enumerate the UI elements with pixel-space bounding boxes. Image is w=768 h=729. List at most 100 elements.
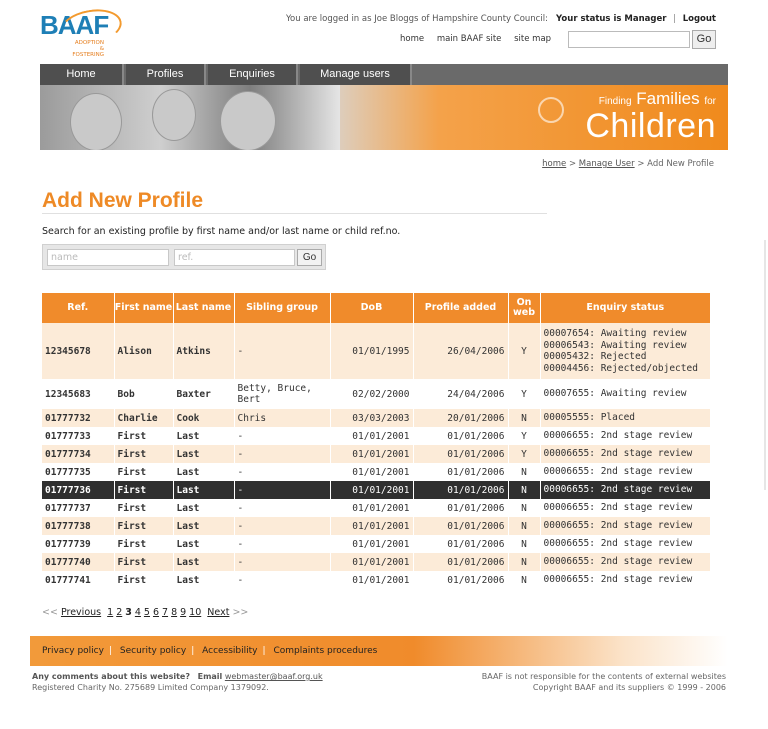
enquiry-status-line[interactable]: 00006655: 2nd stage review <box>544 538 708 550</box>
enquiry-status-line[interactable]: 00005555: Placed <box>544 412 708 424</box>
site-search-input[interactable] <box>568 31 690 48</box>
page-link-2[interactable]: 2 <box>116 607 122 618</box>
enquiry-status-line[interactable]: 00006655: 2nd stage review <box>544 574 708 586</box>
breadcrumb-home[interactable]: home <box>542 159 566 169</box>
table-row[interactable]: 01777738 First Last -01/01/2001 01/01/2006 N 0… <box>42 517 711 535</box>
cell-first-name: First <box>114 535 174 553</box>
webmaster-email-link[interactable]: webmaster@baaf.org.uk <box>225 672 323 681</box>
profile-search-go-button[interactable]: Go <box>297 249 322 266</box>
page-link-9[interactable]: 9 <box>180 607 186 618</box>
site-map-link[interactable]: site map <box>514 34 551 44</box>
table-row[interactable]: 01777736 First Last -01/01/2001 01/01/2006 N 0… <box>42 481 711 499</box>
breadcrumb-sep: > <box>566 159 579 169</box>
cell-on-web: N <box>508 535 541 553</box>
cell-sibling-group: - <box>234 463 331 481</box>
site-search-go-button[interactable]: Go <box>692 30 716 49</box>
cell-ref: 12345678 <box>42 323 115 379</box>
next-link[interactable]: Next <box>207 607 229 618</box>
page-link-1[interactable]: 1 <box>107 607 113 618</box>
cell-profile-added: 01/01/2006 <box>413 571 509 589</box>
security-policy-link[interactable]: Security policy <box>120 646 186 656</box>
page-link-5[interactable]: 5 <box>144 607 150 618</box>
cell-profile-added: 26/04/2006 <box>413 323 509 379</box>
table-row[interactable]: 12345683 Bob Baxter Betty, Bruce, Bert 02/02… <box>42 379 711 409</box>
col-profile-added[interactable]: Profile added <box>413 293 509 323</box>
col-first-name[interactable]: First name <box>114 293 174 323</box>
enquiry-status-line[interactable]: 00006655: 2nd stage review <box>544 466 708 478</box>
name-search-input[interactable] <box>47 249 169 266</box>
enquiry-status-line[interactable]: 00007655: Awaiting review <box>544 388 708 400</box>
main-baaf-site-link[interactable]: main BAAF site <box>437 34 502 44</box>
table-row[interactable]: 01777735 First Last -01/01/2001 01/01/2006 N 0… <box>42 463 711 481</box>
col-on-web[interactable]: On web <box>508 293 541 323</box>
enquiry-status-line[interactable]: 00006655: 2nd stage review <box>544 484 708 496</box>
cell-sibling-group: - <box>234 499 331 517</box>
page-link-8[interactable]: 8 <box>171 607 177 618</box>
logout-link[interactable]: Logout <box>683 14 716 24</box>
complaints-link[interactable]: Complaints procedures <box>273 646 377 656</box>
tab-profiles[interactable]: Profiles <box>126 64 206 85</box>
table-row[interactable]: 12345678 Alison Atkins -01/01/1995 26/04/200… <box>42 323 711 379</box>
tab-home[interactable]: Home <box>40 64 124 85</box>
cell-ref: 12345683 <box>42 379 115 409</box>
registered-charity: Registered Charity No. 275689 Limited Co… <box>32 683 269 692</box>
tab-enquiries[interactable]: Enquiries <box>208 64 298 85</box>
page-numbers: 1 2 3 4 5 6 7 8 9 10 <box>107 607 204 618</box>
page-title: Add New Profile <box>42 189 204 212</box>
enquiry-status-line[interactable]: 00006655: 2nd stage review <box>544 448 708 460</box>
previous-link[interactable]: Previous <box>61 607 101 618</box>
home-link[interactable]: home <box>400 34 424 44</box>
enquiry-status-line[interactable]: 00006655: 2nd stage review <box>544 502 708 514</box>
cell-on-web: Y <box>508 427 541 445</box>
cell-on-web: N <box>508 499 541 517</box>
enquiry-status-line[interactable]: 00006655: 2nd stage review <box>544 556 708 568</box>
table-row[interactable]: 01777737 First Last -01/01/2001 01/01/2006 N 0… <box>42 499 711 517</box>
footer-left: Any comments about this website? Email w… <box>32 671 323 693</box>
cell-last-name: Last <box>173 445 235 463</box>
page-link-7[interactable]: 7 <box>162 607 168 618</box>
cell-sibling-group: - <box>234 553 331 571</box>
cell-first-name: First <box>114 481 174 499</box>
enquiry-status-line[interactable]: 00005432: Rejected <box>544 351 708 363</box>
title-divider <box>42 213 547 214</box>
breadcrumb-manage-user[interactable]: Manage User <box>579 159 635 169</box>
privacy-policy-link[interactable]: Privacy policy <box>42 646 104 656</box>
table-row[interactable]: 01777739 First Last -01/01/2001 01/01/2006 N 0… <box>42 535 711 553</box>
cell-last-name: Last <box>173 481 235 499</box>
cell-dob: 01/01/2001 <box>330 499 414 517</box>
table-row[interactable]: 01777732 Charlie Cook Chris 03/03/2003 20/01/… <box>42 409 711 427</box>
col-dob[interactable]: DoB <box>330 293 414 323</box>
footer-separator: | <box>191 646 195 656</box>
col-last-name[interactable]: Last name <box>173 293 235 323</box>
table-row[interactable]: 01777741 First Last -01/01/2001 01/01/2006 N 0… <box>42 571 711 589</box>
tab-manage-users[interactable]: Manage users <box>300 64 412 85</box>
table-row[interactable]: 01777733 First Last -01/01/2001 01/01/2006 Y 0… <box>42 427 711 445</box>
cell-enquiry-status: 00006655: 2nd stage review <box>540 571 711 589</box>
cell-last-name: Last <box>173 463 235 481</box>
table-row[interactable]: 01777740 First Last -01/01/2001 01/01/2006 N 0… <box>42 553 711 571</box>
ref-search-input[interactable] <box>174 249 295 266</box>
cell-dob: 02/02/2000 <box>330 379 414 409</box>
cell-dob: 01/01/2001 <box>330 463 414 481</box>
cell-profile-added: 01/01/2006 <box>413 517 509 535</box>
page-link-6[interactable]: 6 <box>153 607 159 618</box>
baaf-logo[interactable]: BAAF ADOPTION & FOSTERING <box>40 4 130 58</box>
page-link-10[interactable]: 10 <box>189 607 201 618</box>
col-sibling-group[interactable]: Sibling group <box>234 293 331 323</box>
accessibility-link[interactable]: Accessibility <box>202 646 257 656</box>
cell-last-name: Atkins <box>173 323 235 379</box>
enquiry-status-line[interactable]: 00006543: Awaiting review <box>544 340 708 352</box>
pagination: << Previous 1 2 3 4 5 6 7 8 9 10 Next >> <box>42 607 248 618</box>
cell-on-web: Y <box>508 445 541 463</box>
enquiry-status-line[interactable]: 00006655: 2nd stage review <box>544 430 708 442</box>
cell-ref: 01777734 <box>42 445 115 463</box>
col-ref[interactable]: Ref. <box>42 293 115 323</box>
col-enquiry-status[interactable]: Enquiry status <box>540 293 711 323</box>
page-link-3[interactable]: 3 <box>125 607 132 618</box>
enquiry-status-line[interactable]: 00007654: Awaiting review <box>544 328 708 340</box>
table-row[interactable]: 01777734 First Last -01/01/2001 01/01/2006 Y 0… <box>42 445 711 463</box>
enquiry-status-line[interactable]: 00006655: 2nd stage review <box>544 520 708 532</box>
enquiry-status-line[interactable]: 00004456: Rejected/objected <box>544 363 708 375</box>
page-link-4[interactable]: 4 <box>135 607 141 618</box>
face-woman <box>70 93 122 150</box>
